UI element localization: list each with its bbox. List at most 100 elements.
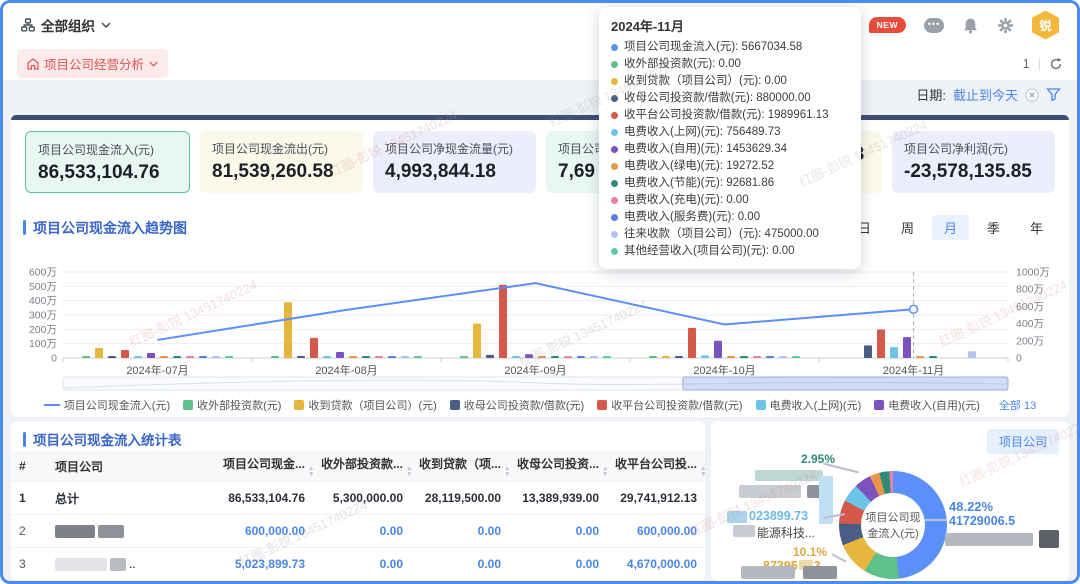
refresh-icon[interactable]: [1049, 57, 1063, 71]
redacted-text: [739, 485, 801, 498]
legend-item[interactable]: 收到贷款（项目公司）(元): [294, 397, 436, 413]
chart-datazoom-selection[interactable]: [683, 377, 1008, 390]
column-header[interactable]: 项目公司现金...▲▼: [215, 451, 313, 482]
legend-item[interactable]: 电费收入(自用)(元): [874, 397, 980, 413]
tooltip-item-text: 电费收入(节能)(元): 92681.86: [624, 175, 774, 192]
series-dot-icon: [611, 129, 618, 136]
legend-more-link[interactable]: 全部 13: [999, 397, 1036, 413]
legend-item[interactable]: 收母公司投资款/借款(元): [450, 397, 584, 413]
svg-text:2024年-10月: 2024年-10月: [693, 363, 755, 377]
sort-desc-icon: ▼: [504, 472, 509, 478]
column-header: 项目公司: [47, 451, 215, 482]
donut-callout-lightblue-name: 能源科技...: [757, 524, 815, 541]
column-header[interactable]: 收平台公司投...▲▼: [607, 451, 705, 482]
tooltip-item: 往来收款（项目公司）(元): 475000.00: [611, 226, 849, 243]
home-icon: [27, 58, 39, 70]
legend-label: 收到贷款（项目公司）(元): [308, 397, 436, 413]
value-cell: 0.00: [509, 581, 607, 582]
redacted-text: [1039, 530, 1059, 548]
table-title-wrap: 项目公司现金流入统计表: [23, 429, 182, 449]
tooltip-item: 电费收入(自用)(元): 1453629.34: [611, 141, 849, 158]
tooltip-item-text: 收母公司投资款/借款(元): 880000.00: [624, 90, 811, 107]
tooltip-item-text: 电费收入(自用)(元): 1453629.34: [624, 141, 787, 158]
redacted-text: [755, 470, 823, 481]
sort-desc-icon: ▼: [406, 472, 411, 478]
tooltip-item-text: 电费收入(上网)(元): 756489.73: [624, 124, 781, 141]
series-dot-icon: [611, 163, 618, 170]
value-cell: 28,119,500.00: [411, 482, 509, 515]
legend-item[interactable]: 项目公司现金流入(元): [44, 397, 170, 413]
legend-label: 收母公司投资款/借款(元): [464, 397, 584, 413]
date-filter-value[interactable]: 截止到今天: [953, 85, 1018, 104]
callout-line: [823, 463, 858, 473]
column-header[interactable]: 收到贷款（项...▲▼: [411, 451, 509, 482]
legend-item[interactable]: 收平台公司投资款/借款(元): [597, 397, 742, 413]
org-tree-icon: [21, 18, 35, 32]
sort-icon[interactable]: ▲▼: [700, 466, 705, 477]
legend-item[interactable]: 电费收入(上网)(元): [756, 397, 862, 413]
donut-callout-blue-pct: 48.22%: [949, 499, 993, 514]
value-cell: 5,023,899.73: [215, 548, 313, 581]
legend-label: 电费收入(自用)(元): [888, 397, 980, 413]
tooltip-item: 电费收入(充电)(元): 0.00: [611, 192, 849, 209]
series-dot-icon: [611, 112, 618, 119]
legend-item[interactable]: 收外部投资款(元): [183, 397, 281, 413]
table-header-row: #项目公司项目公司现金...▲▼收外部投资款...▲▼收到贷款（项...▲▼收母…: [11, 451, 705, 482]
sort-icon[interactable]: ▲▼: [602, 466, 607, 477]
sort-icon[interactable]: ▲▼: [308, 466, 313, 477]
column-header[interactable]: 收母公司投资...▲▼: [509, 451, 607, 482]
sort-desc-icon: ▼: [602, 472, 607, 478]
value-cell: 0.00: [411, 515, 509, 548]
user-avatar[interactable]: 锐: [1032, 11, 1059, 40]
svg-text:2024年-09月: 2024年-09月: [504, 363, 566, 377]
donut-callout-blue-value: 41729006.5: [949, 514, 1015, 528]
legend-swatch-icon: [874, 400, 884, 410]
new-badge[interactable]: NEW: [869, 17, 906, 33]
value-cell: 0.00: [411, 581, 509, 582]
tooltip-item: 电费收入(节能)(元): 92681.86: [611, 175, 849, 192]
redacted-text: [741, 566, 795, 579]
value-cell: 29,741,912.13: [607, 482, 705, 515]
svg-text:600万: 600万: [29, 267, 57, 279]
org-selector[interactable]: 全部组织: [21, 15, 111, 35]
tooltip-item-text: 电费收入(绿电)(元): 19272.52: [624, 158, 774, 175]
svg-text:2024年-08月: 2024年-08月: [315, 363, 377, 377]
table-row[interactable]: 3..5,023,899.730.000.000.004,670,000.00: [11, 548, 705, 581]
date-filter-label: 日期:: [916, 85, 946, 104]
divider: |: [1038, 57, 1041, 71]
sort-icon[interactable]: ▲▼: [406, 466, 411, 477]
column-header[interactable]: 收外部投资款...▲▼: [313, 451, 411, 482]
company-filter-badge[interactable]: 项目公司: [987, 429, 1059, 454]
chevron-down-icon: [101, 22, 111, 28]
table-row[interactable]: 2600,000.000.000.000.00600,000.00: [11, 515, 705, 548]
breadcrumb-tab[interactable]: 项目公司经营分析: [17, 49, 168, 78]
sort-desc-icon: ▼: [308, 472, 313, 478]
series-dot-icon: [611, 146, 618, 153]
table-body: 1总计86,533,104.765,300,000.0028,119,500.0…: [11, 482, 705, 582]
clear-filter-icon[interactable]: [1025, 88, 1039, 102]
value-cell: 0.00: [313, 581, 411, 582]
messages-icon[interactable]: •••: [924, 18, 944, 33]
table-head: #项目公司项目公司现金...▲▼收外部投资款...▲▼收到贷款（项...▲▼收母…: [11, 451, 705, 482]
tooltip-items: 项目公司现金流入(元): 5667034.58收外部投资款(元): 0.00收到…: [611, 39, 849, 260]
tooltip-item: 收母公司投资款/借款(元): 880000.00: [611, 90, 849, 107]
table-title: 项目公司现金流入统计表: [33, 429, 182, 449]
redacted-text: [803, 566, 837, 579]
svg-text:500万: 500万: [29, 281, 57, 293]
donut-callout-yellow-pct: 10.1%: [793, 545, 827, 559]
filter-funnel-icon[interactable]: [1046, 87, 1061, 102]
table-row[interactable]: 4..200,000.000.000.000.00200,000.00: [11, 581, 705, 582]
table-row[interactable]: 1总计86,533,104.765,300,000.0028,119,500.0…: [11, 482, 705, 515]
tooltip-item-text: 收外部投资款(元): 0.00: [624, 56, 741, 73]
value-cell: 600,000.00: [215, 515, 313, 548]
notifications-bell-icon[interactable]: [962, 17, 979, 34]
svg-text:200万: 200万: [1016, 335, 1044, 347]
settings-gear-icon[interactable]: [997, 17, 1014, 34]
value-cell: 0.00: [411, 548, 509, 581]
column-header: #: [11, 451, 47, 482]
sort-icon[interactable]: ▲▼: [504, 466, 509, 477]
tooltip-item: 电费收入(上网)(元): 756489.73: [611, 124, 849, 141]
donut-callout-lightblue-value: 023899.73: [749, 509, 808, 523]
value-cell: 86,533,104.76: [215, 482, 313, 515]
svg-text:2024年-07月: 2024年-07月: [126, 363, 188, 377]
